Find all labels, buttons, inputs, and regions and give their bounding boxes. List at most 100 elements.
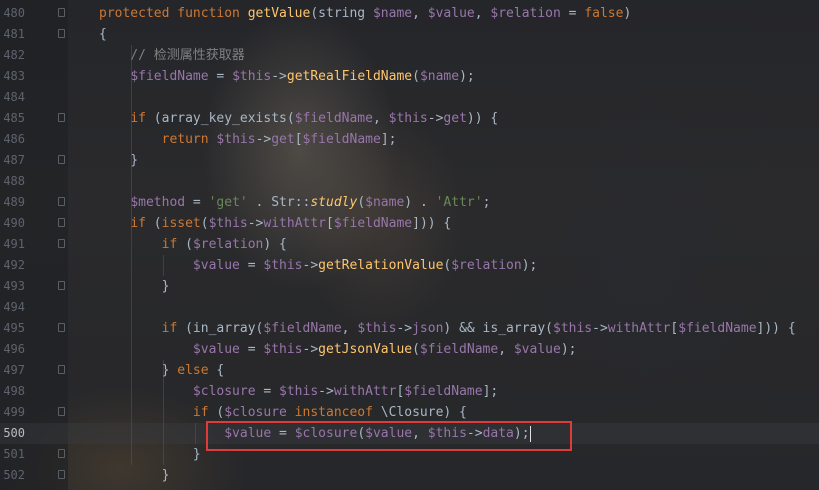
code-token: }: [99, 447, 201, 462]
code-token: withAttr: [607, 321, 671, 336]
code-text: $value = $this->getJsonValue($fieldName,…: [99, 339, 577, 360]
line-number: 498: [3, 384, 25, 398]
indent-guide: [131, 45, 132, 465]
code-token: ,: [412, 6, 428, 21]
code-token: $fieldName: [263, 321, 342, 336]
line-number: 483: [3, 69, 25, 83]
code-token: else: [177, 363, 209, 378]
fold-marker-icon[interactable]: [58, 8, 65, 17]
code-token: (: [200, 216, 209, 231]
code-token: \Closure) {: [372, 405, 467, 420]
code-line[interactable]: 492 $value = $this->getRelationValue($re…: [0, 255, 819, 276]
code-token: (: [412, 69, 420, 84]
code-line[interactable]: 481 {: [0, 24, 819, 45]
code-token: $this: [232, 69, 272, 84]
code-token: }: [99, 363, 178, 378]
code-token: $this: [553, 321, 593, 336]
fold-marker-icon[interactable]: [58, 365, 65, 374]
code-token: $this: [263, 258, 303, 273]
code-line[interactable]: 483 $fieldName = $this->getRealFieldName…: [0, 66, 819, 87]
code-text: $value = $this->getRelationValue($relati…: [99, 255, 537, 276]
code-line[interactable]: 482 // 检测属性获取器: [0, 45, 819, 66]
fold-marker-icon[interactable]: [58, 281, 65, 290]
code-token: ->: [271, 69, 287, 84]
code-token: [: [326, 216, 334, 231]
code-line[interactable]: 484: [0, 87, 819, 108]
code-token: if: [130, 111, 146, 126]
code-token: withAttr: [263, 216, 327, 231]
line-number: 501: [3, 447, 25, 461]
code-line[interactable]: 497 } else {: [0, 360, 819, 381]
code-line[interactable]: 495 if (in_array($fieldName, $this->json…: [0, 318, 819, 339]
fold-marker-icon[interactable]: [58, 470, 65, 479]
code-line[interactable]: 502 }: [0, 465, 819, 486]
code-line[interactable]: 494: [0, 297, 819, 318]
code-line[interactable]: 488: [0, 171, 819, 192]
code-token: ,: [498, 342, 514, 357]
code-text: $closure = $this->withAttr[$fieldName];: [99, 381, 498, 402]
code-token: ];: [482, 384, 499, 399]
code-token: (: [412, 342, 420, 357]
code-token: ) {: [263, 237, 287, 252]
code-text: if ($closure instanceof \Closure) {: [99, 402, 467, 423]
code-line[interactable]: 480 protected function getValue(string $n…: [0, 3, 819, 24]
line-number: 502: [3, 468, 25, 482]
code-line[interactable]: 493 }: [0, 276, 819, 297]
code-token: =: [185, 195, 209, 210]
code-token: $this: [216, 132, 256, 147]
fold-marker-icon[interactable]: [58, 218, 65, 227]
code-line[interactable]: 496 $value = $this->getJsonValue($fieldN…: [0, 339, 819, 360]
fold-marker-icon[interactable]: [58, 197, 65, 206]
line-number: 497: [3, 363, 25, 377]
line-number: 492: [3, 258, 25, 272]
line-number: 487: [3, 153, 25, 167]
line-number: 484: [3, 90, 25, 104]
fold-marker-icon[interactable]: [58, 323, 65, 332]
code-token: ];: [380, 132, 397, 147]
fold-marker-icon[interactable]: [58, 449, 65, 458]
code-token: (in_array(: [177, 321, 264, 336]
line-number: 489: [3, 195, 25, 209]
code-token: ])) {: [412, 216, 452, 231]
highlight-annotation-box: [206, 421, 572, 451]
fold-marker-icon[interactable]: [58, 239, 65, 248]
code-token: (: [357, 195, 366, 210]
code-text: }: [99, 150, 138, 171]
code-token: $this: [208, 216, 248, 231]
line-number: 486: [3, 132, 25, 146]
code-token: =: [560, 6, 585, 21]
code-line[interactable]: 485 if (array_key_exists($fieldName, $th…: [0, 108, 819, 129]
code-token: withAttr: [333, 384, 397, 399]
code-token: $this: [357, 321, 397, 336]
code-token: protected function: [99, 6, 248, 21]
code-text: return $this->get[$fieldName];: [99, 129, 397, 150]
code-token: ) .: [404, 195, 436, 210]
code-line[interactable]: 499 if ($closure instanceof \Closure) {: [0, 402, 819, 423]
fold-marker-icon[interactable]: [58, 29, 65, 38]
code-token: (string: [310, 6, 373, 21]
code-token: ->: [396, 321, 413, 336]
code-line[interactable]: 486 return $this->get[$fieldName];: [0, 129, 819, 150]
code-line[interactable]: 487 }: [0, 150, 819, 171]
code-line[interactable]: 489 $method = 'get' . Str::studly($name)…: [0, 192, 819, 213]
code-line[interactable]: 498 $closure = $this->withAttr[$fieldNam…: [0, 381, 819, 402]
code-token: if: [192, 405, 209, 420]
code-token: $value: [427, 6, 475, 21]
fold-marker-icon[interactable]: [58, 113, 65, 122]
code-token: (: [145, 216, 162, 231]
code-token: // 检测属性获取器: [99, 48, 245, 63]
code-text: }: [99, 444, 201, 465]
fold-marker-icon[interactable]: [58, 407, 65, 416]
code-line[interactable]: 491 if ($relation) {: [0, 234, 819, 255]
code-token: $value: [192, 342, 240, 357]
code-line[interactable]: 490 if (isset($this->withAttr[$fieldName…: [0, 213, 819, 234]
code-token: ,: [372, 111, 389, 126]
code-editor[interactable]: 480 protected function getValue(string $n…: [0, 0, 819, 490]
code-token: ,: [474, 6, 491, 21]
code-text: }: [99, 465, 170, 486]
fold-marker-icon[interactable]: [58, 155, 65, 164]
